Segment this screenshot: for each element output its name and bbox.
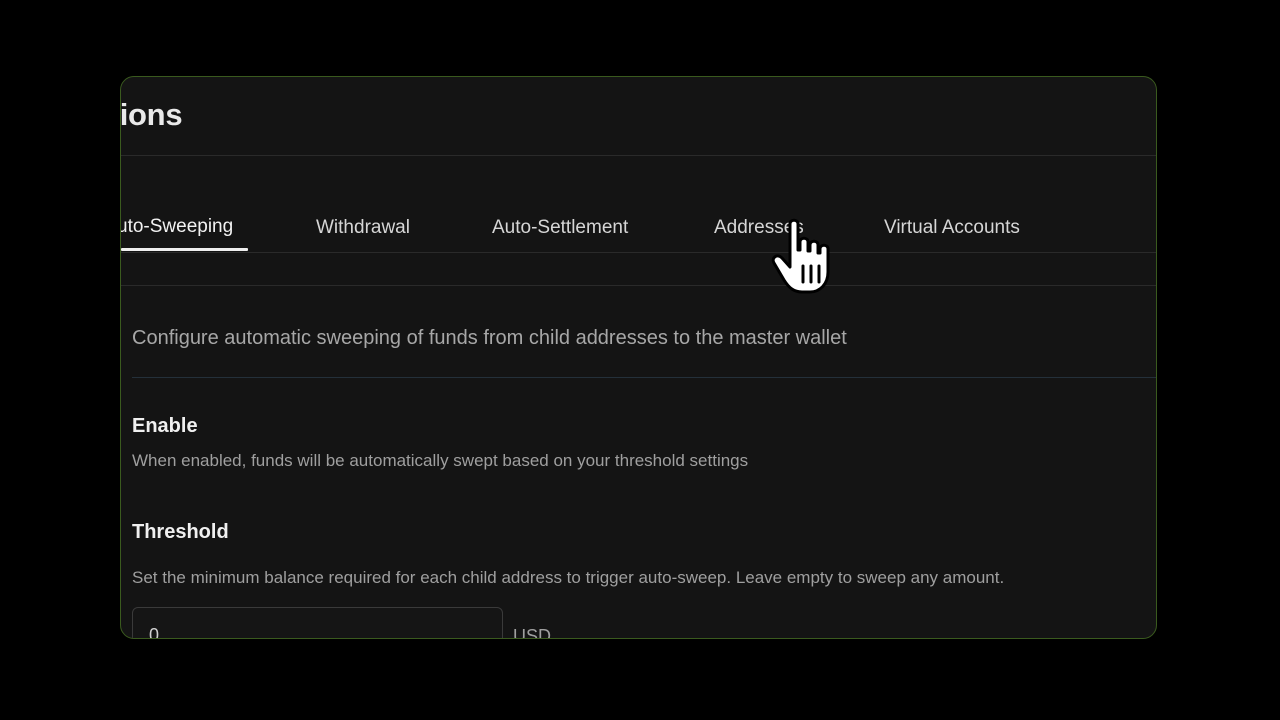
- active-tab-indicator: [121, 248, 248, 251]
- enable-title: Enable: [132, 415, 198, 437]
- header-divider: [121, 155, 1156, 156]
- tab-virtual-accounts[interactable]: Virtual Accounts: [884, 217, 1020, 239]
- enable-description: When enabled, funds will be automaticall…: [132, 451, 749, 470]
- settings-panel: rations uto-Sweeping Withdrawal Auto-Set…: [120, 76, 1157, 639]
- tab-addresses[interactable]: Addresses: [714, 217, 804, 239]
- tab-auto-sweeping[interactable]: uto-Sweeping: [121, 216, 233, 238]
- tab-withdrawal[interactable]: Withdrawal: [316, 217, 410, 239]
- tab-bar-divider: [121, 252, 1156, 253]
- content-top-divider: [121, 285, 1156, 286]
- tab-auto-settlement[interactable]: Auto-Settlement: [492, 217, 628, 239]
- tab-bar: uto-Sweeping Withdrawal Auto-Settlement …: [121, 197, 1156, 253]
- threshold-input[interactable]: [132, 607, 503, 638]
- intro-divider: [132, 377, 1156, 378]
- threshold-unit: USD: [513, 626, 552, 639]
- section-intro: Configure automatic sweeping of funds fr…: [132, 327, 847, 349]
- threshold-title: Threshold: [132, 521, 229, 543]
- threshold-description: Set the minimum balance required for eac…: [132, 568, 1005, 587]
- page-title: rations: [120, 97, 183, 132]
